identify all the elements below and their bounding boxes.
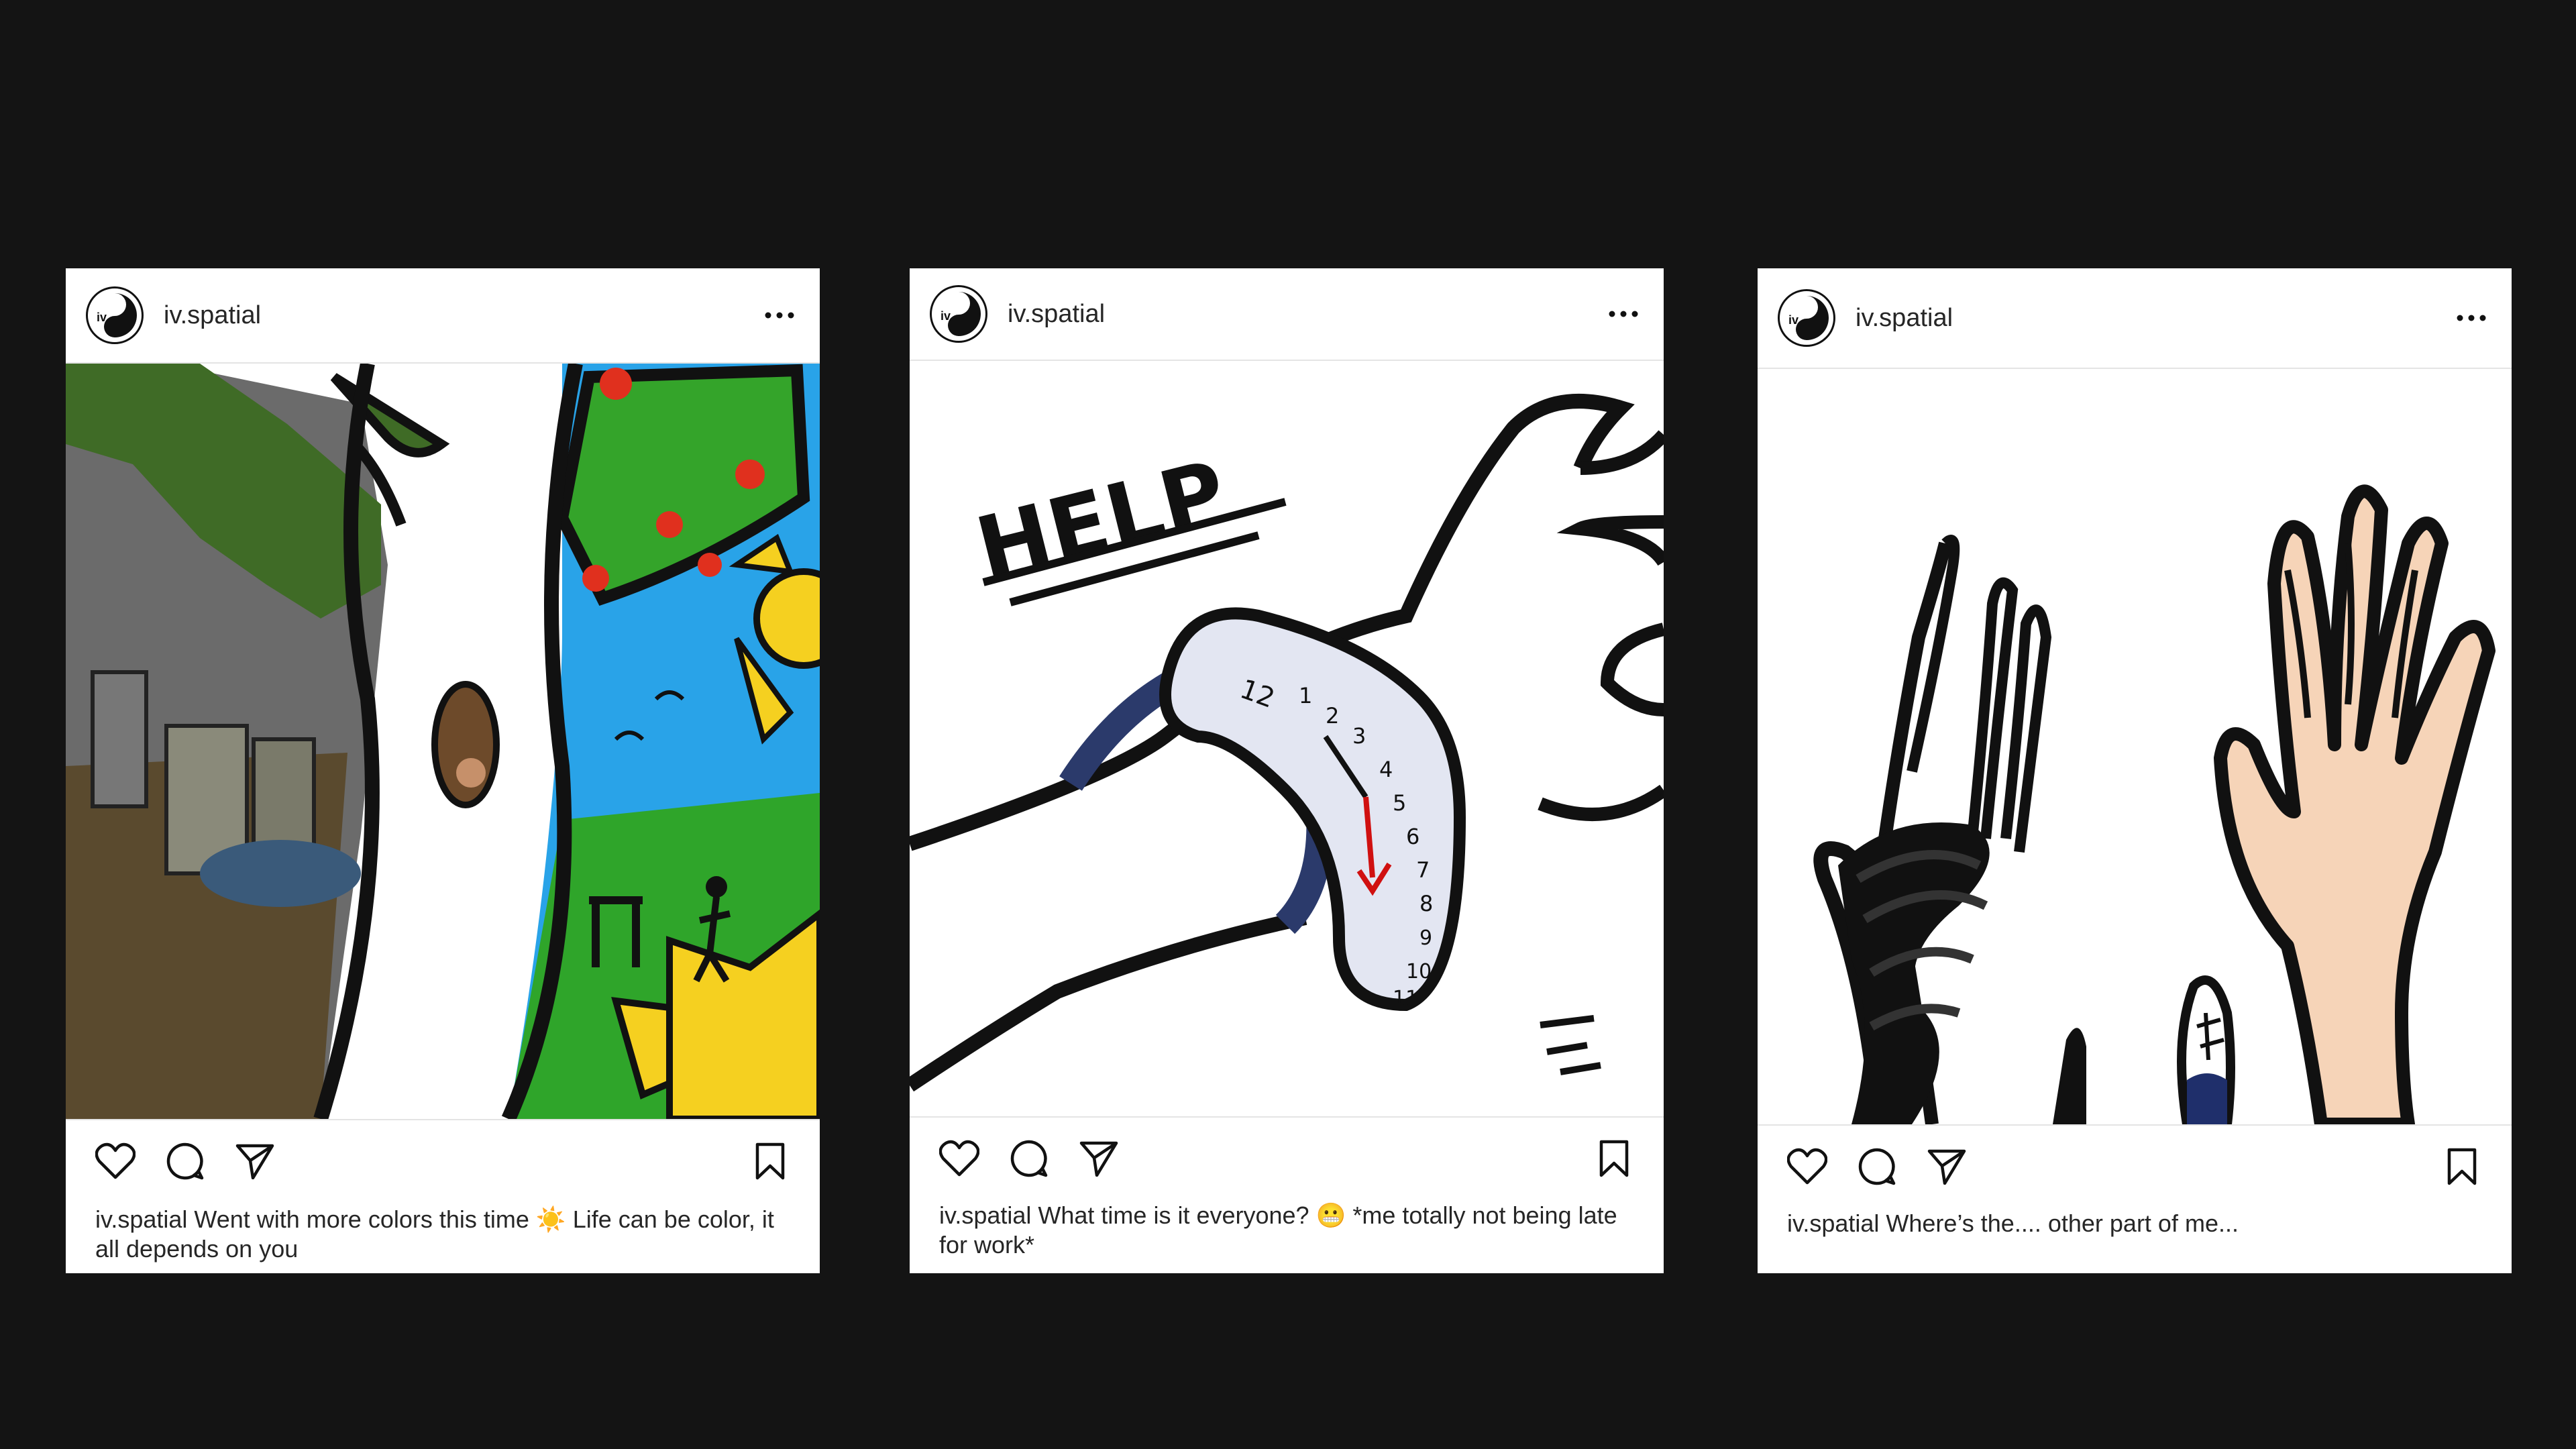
svg-text:1: 1 [1299,683,1312,708]
save-button[interactable] [2440,1145,2483,1188]
more-dots-icon [2457,315,2486,321]
svg-text:iv: iv [941,309,951,323]
share-button[interactable] [1077,1137,1120,1180]
heart-icon [939,1140,979,1177]
svg-text:11: 11 [1393,987,1418,1010]
like-button[interactable] [94,1140,137,1183]
save-button[interactable] [1593,1137,1635,1180]
avatar[interactable]: iv [86,286,144,344]
more-options-button[interactable] [2451,305,2491,331]
post-actions [910,1116,1664,1199]
more-dots-icon [1609,311,1638,317]
bookmark-icon [755,1142,785,1180]
svg-text:3: 3 [1352,723,1366,749]
send-icon [1079,1141,1118,1177]
post-caption: iv.spatial Where’s the.... other part of… [1787,1209,2471,1238]
more-options-button[interactable] [759,302,800,329]
avatar[interactable]: iv [1778,289,1835,347]
comment-icon [166,1142,204,1180]
post-caption: iv.spatial Went with more colors this ti… [95,1205,780,1264]
heart-icon [95,1142,136,1179]
username[interactable]: iv.spatial [1856,304,1953,333]
svg-text:6: 6 [1406,824,1419,849]
post-actions [66,1119,820,1202]
melting-clock-painting: HELP 12 1 2 3 4 5 6 7 8 9 10 11 [910,361,1664,1116]
username[interactable]: iv.spatial [164,301,261,330]
avatar-logo-icon: iv [93,293,137,337]
svg-text:8: 8 [1419,891,1433,916]
svg-text:2: 2 [1326,703,1339,729]
svg-text:10: 10 [1406,960,1432,983]
caption-text: What time is it everyone? 😬 *me totally … [939,1201,1617,1258]
post-image[interactable] [1758,369,2512,1124]
comment-button[interactable] [1856,1145,1898,1188]
send-icon [235,1144,274,1179]
like-button[interactable] [1786,1145,1829,1188]
post-card: iv iv.spatial [1758,268,2512,1273]
avatar-logo-icon: iv [1784,296,1829,340]
svg-text:5: 5 [1393,790,1406,816]
post-header: iv iv.spatial [66,268,820,364]
post-header: iv iv.spatial [910,268,1664,361]
post-card: iv iv.spatial HELP 12 1 2 3 4 5 6 7 8 9 … [910,268,1664,1273]
send-icon [1927,1149,1966,1185]
post-actions [1758,1124,2512,1208]
share-button[interactable] [1925,1145,1968,1188]
comment-icon [1010,1140,1048,1177]
caption-username[interactable]: iv.spatial [939,1201,1031,1229]
post-card: iv iv.spatial [66,268,820,1273]
more-dots-icon [765,312,794,319]
split-tree-painting [66,364,820,1119]
caption-username[interactable]: iv.spatial [95,1205,187,1233]
share-button[interactable] [233,1140,276,1183]
bookmark-icon [1599,1140,1629,1177]
comment-icon [1858,1148,1896,1185]
caption-username[interactable]: iv.spatial [1787,1210,1879,1237]
svg-text:9: 9 [1419,926,1432,950]
svg-text:iv: iv [97,311,107,324]
more-options-button[interactable] [1603,301,1644,327]
heart-icon [1787,1148,1827,1185]
post-header: iv iv.spatial [1758,268,2512,369]
svg-text:iv: iv [1788,313,1799,327]
avatar-logo-icon: iv [936,292,981,336]
post-caption: iv.spatial What time is it everyone? 😬 *… [939,1201,1623,1260]
save-button[interactable] [749,1140,792,1183]
svg-text:4: 4 [1379,757,1393,782]
comment-button[interactable] [1008,1137,1051,1180]
hands-painting [1758,369,2512,1124]
caption-text: Went with more colors this time ☀️ Life … [95,1205,774,1263]
avatar[interactable]: iv [930,285,987,343]
bookmark-icon [2447,1148,2477,1185]
caption-text: Where’s the.... other part of me... [1886,1210,2239,1237]
post-image[interactable]: HELP 12 1 2 3 4 5 6 7 8 9 10 11 [910,361,1664,1116]
svg-text:7: 7 [1416,857,1430,883]
like-button[interactable] [938,1137,981,1180]
post-image[interactable] [66,364,820,1119]
username[interactable]: iv.spatial [1008,300,1105,329]
comment-button[interactable] [164,1140,207,1183]
